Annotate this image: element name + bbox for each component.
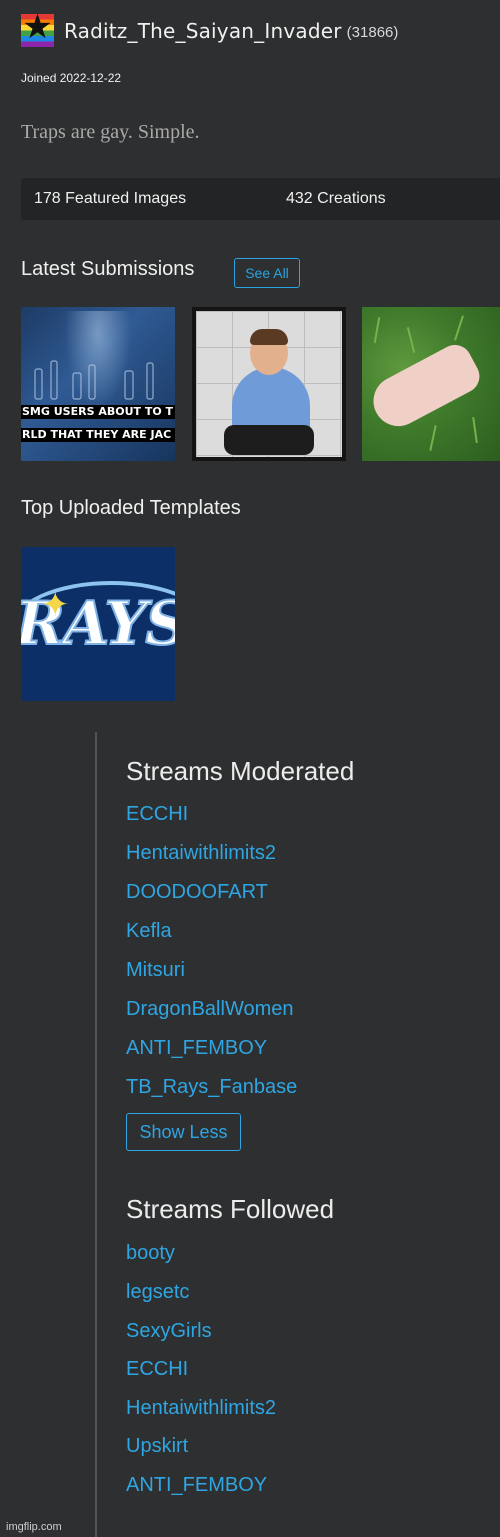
featured-images-link[interactable]: 178 Featured Images	[34, 190, 186, 208]
star-icon: ★	[22, 14, 53, 47]
creations-link[interactable]: 432 Creations	[286, 190, 386, 208]
hand-graphic	[364, 339, 486, 435]
submission-thumbnail[interactable]: SMG USERS ABOUT TO T RLD THAT THEY ARE J…	[21, 307, 175, 461]
grass-blade	[406, 327, 416, 353]
stream-link[interactable]: legsetc	[126, 1281, 189, 1304]
stream-link[interactable]: Mitsuri	[126, 959, 185, 982]
stream-link[interactable]: DragonBallWomen	[126, 998, 294, 1021]
imgflip-watermark: imgflip.com	[6, 1521, 62, 1533]
person-hair	[250, 329, 288, 345]
grass-blade	[472, 416, 478, 444]
stream-link[interactable]: Hentaiwithlimits2	[126, 842, 276, 865]
sidebar-divider	[95, 732, 97, 1537]
latest-submissions-title: Latest Submissions	[21, 258, 195, 280]
stream-link[interactable]: SexyGirls	[126, 1320, 212, 1343]
stream-link[interactable]: ECCHI	[126, 803, 188, 826]
meme-caption-line: SMG USERS ABOUT TO T	[21, 405, 175, 419]
person-pants	[224, 425, 314, 455]
stream-link[interactable]: TB_Rays_Fanbase	[126, 1076, 297, 1099]
grass-blade	[429, 425, 437, 451]
bottles-graphic	[34, 360, 154, 400]
stream-link[interactable]: Upskirt	[126, 1435, 188, 1458]
streams-moderated-title: Streams Moderated	[126, 756, 355, 786]
user-points: (31866)	[346, 23, 399, 41]
profile-page: ★ Raditz_The_Saiyan_Invader (31866) Join…	[0, 0, 500, 1537]
submission-thumbnail[interactable]	[362, 307, 500, 461]
rainbow-flag-star-icon: ★	[21, 14, 54, 47]
stream-link[interactable]: Kefla	[126, 920, 172, 943]
stream-link[interactable]: booty	[126, 1242, 175, 1265]
meme-caption-line: RLD THAT THEY ARE JAC	[21, 428, 175, 442]
submission-thumbnail[interactable]	[192, 307, 346, 461]
stream-link[interactable]: DOODOOFART	[126, 881, 268, 904]
streams-followed-title: Streams Followed	[126, 1194, 335, 1224]
grass-blade	[454, 315, 464, 341]
stream-link[interactable]: ANTI_FEMBOY	[126, 1037, 267, 1060]
top-uploaded-templates-title: Top Uploaded Templates	[21, 497, 241, 519]
show-less-button[interactable]: Show Less	[126, 1113, 241, 1151]
profile-header: ★ Raditz_The_Saiyan_Invader (31866)	[21, 14, 398, 47]
template-thumbnail[interactable]: RAYS ✦	[21, 547, 175, 701]
see-all-button[interactable]: See All	[234, 258, 300, 288]
joined-date: Joined 2022-12-22	[21, 71, 122, 85]
stream-link[interactable]: Hentaiwithlimits2	[126, 1397, 276, 1420]
username: Raditz_The_Saiyan_Invader	[64, 18, 342, 43]
sunburst-icon: ✦	[41, 585, 70, 625]
user-bio: Traps are gay. Simple.	[21, 121, 200, 143]
stream-link[interactable]: ECCHI	[126, 1358, 188, 1381]
grass-blade	[373, 317, 381, 343]
stream-link[interactable]: ANTI_FEMBOY	[126, 1474, 267, 1497]
stats-bar: 178 Featured Images 432 Creations	[21, 178, 500, 220]
